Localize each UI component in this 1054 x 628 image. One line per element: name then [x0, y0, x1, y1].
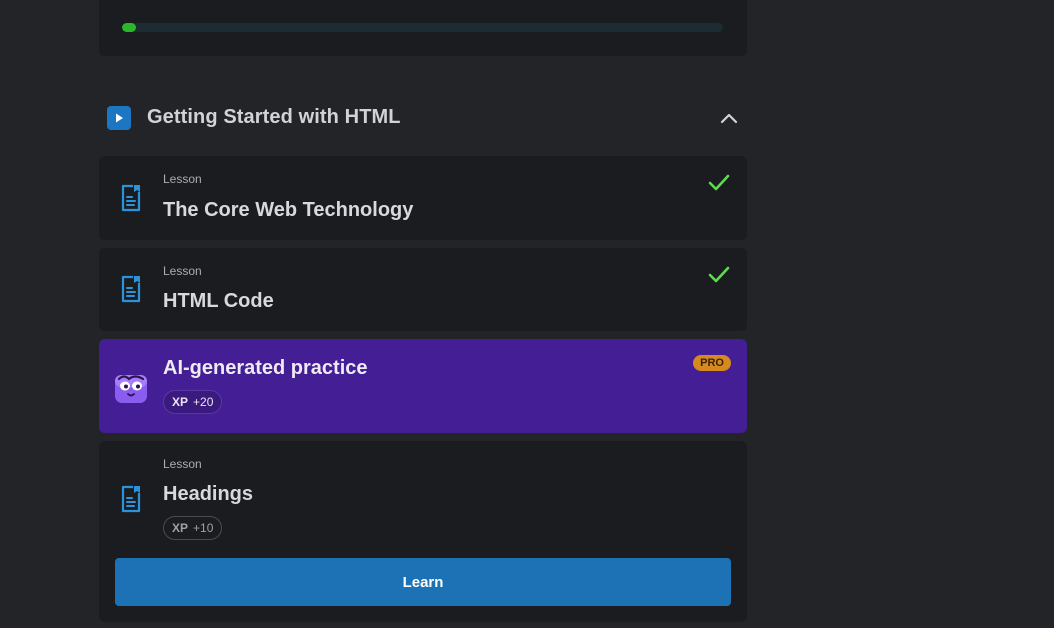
- course-page: Getting Started with HTML Lesson The Cor…: [0, 0, 1054, 628]
- document-icon: [121, 275, 141, 303]
- xp-badge: XP +10: [163, 516, 223, 540]
- chevron-up-icon[interactable]: [717, 106, 741, 130]
- play-icon: [107, 106, 131, 130]
- xp-label: XP: [172, 395, 189, 409]
- current-lesson-item: Lesson Headings XP +10 Learn: [99, 441, 747, 622]
- document-icon: [121, 184, 141, 212]
- progress-card: [99, 0, 747, 56]
- lesson-type: Lesson: [163, 264, 202, 278]
- ai-practice-title: AI-generated practice: [163, 357, 368, 379]
- xp-label: XP: [172, 521, 189, 535]
- progress-bar-fill: [122, 23, 136, 32]
- document-icon: [121, 485, 141, 513]
- section-header[interactable]: Getting Started with HTML: [99, 100, 747, 136]
- lesson-title: HTML Code: [163, 290, 274, 312]
- pro-badge: PRO: [693, 355, 731, 371]
- checkmark-icon: [708, 266, 730, 283]
- lesson-type: Lesson: [163, 172, 202, 186]
- xp-value: +20: [193, 395, 214, 409]
- mascot-icon: [115, 375, 147, 403]
- learn-button[interactable]: Learn: [115, 558, 731, 606]
- lesson-item[interactable]: Lesson The Core Web Technology: [99, 156, 747, 240]
- section-title: Getting Started with HTML: [147, 106, 401, 128]
- checkmark-icon: [708, 174, 730, 191]
- xp-badge: XP +20: [163, 390, 223, 414]
- lesson-title: Headings: [163, 483, 254, 505]
- lesson-item[interactable]: Lesson HTML Code: [99, 248, 747, 331]
- lesson-type: Lesson: [163, 457, 202, 471]
- xp-value: +10: [193, 521, 214, 535]
- lesson-title: The Core Web Technology: [163, 199, 414, 221]
- ai-practice-item[interactable]: AI-generated practice PRO XP +20: [99, 339, 747, 433]
- progress-bar: [122, 23, 723, 32]
